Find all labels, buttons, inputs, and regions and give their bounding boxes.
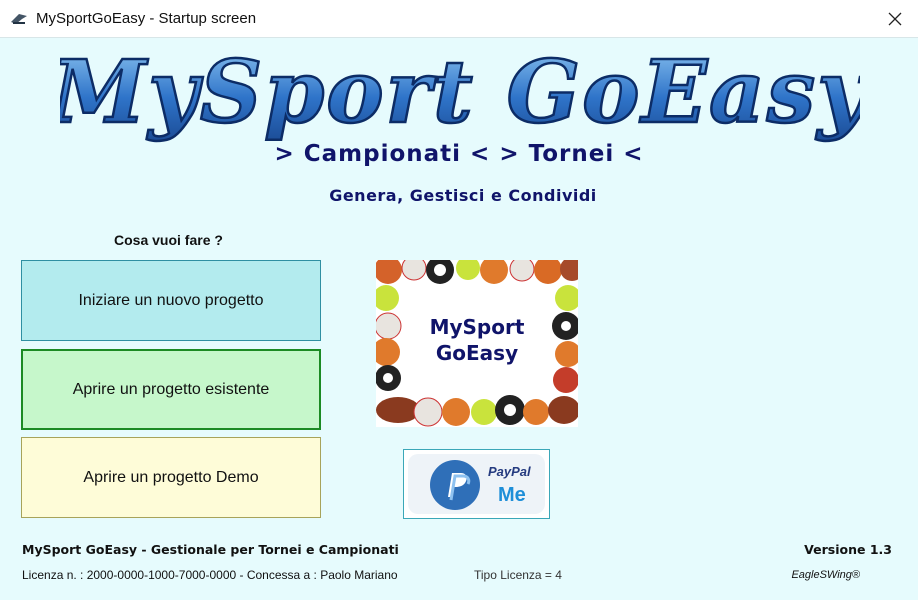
close-icon bbox=[888, 12, 902, 26]
demo-project-button[interactable]: Aprire un progetto Demo bbox=[21, 437, 321, 518]
version-label: Versione 1.3 bbox=[804, 542, 892, 557]
subtitle: > Campionati < > Tornei < bbox=[274, 141, 644, 167]
image-title-line1: MySport bbox=[430, 315, 525, 339]
window-title: MySportGoEasy - Startup screen bbox=[36, 10, 257, 27]
close-button[interactable] bbox=[872, 0, 918, 38]
question-label: Cosa vuoi fare ? bbox=[114, 232, 223, 248]
license-info: Licenza n. : 2000-0000-1000-7000-0000 - … bbox=[22, 568, 398, 582]
open-project-button[interactable]: Aprire un progetto esistente bbox=[21, 349, 321, 430]
logo-text: MySport GoEasy bbox=[60, 44, 860, 143]
image-title-line2: GoEasy bbox=[436, 341, 518, 365]
sports-balls-image: MySport GoEasy bbox=[376, 260, 578, 427]
paypal-label: PayPal bbox=[488, 464, 531, 479]
tagline: Genera, Gestisci e Condividi bbox=[329, 186, 597, 205]
license-type: Tipo Licenza = 4 bbox=[474, 568, 562, 582]
app-logo: MySport GoEasy bbox=[60, 44, 860, 144]
paypal-button[interactable]: PayPal Me bbox=[403, 449, 550, 519]
footer-title: MySport GoEasy - Gestionale per Tornei e… bbox=[22, 542, 399, 557]
app-icon bbox=[11, 14, 27, 24]
startup-panel: MySport GoEasy > Campionati < > Tornei <… bbox=[0, 38, 918, 600]
new-project-button[interactable]: Iniziare un nuovo progetto bbox=[21, 260, 321, 341]
paypal-me-label: Me bbox=[498, 484, 526, 506]
window-titlebar: MySportGoEasy - Startup screen bbox=[0, 0, 918, 38]
paypal-icon bbox=[430, 460, 480, 510]
paypal-badge: PayPal Me bbox=[408, 454, 545, 514]
brand-label: EagleSWing® bbox=[791, 569, 860, 581]
